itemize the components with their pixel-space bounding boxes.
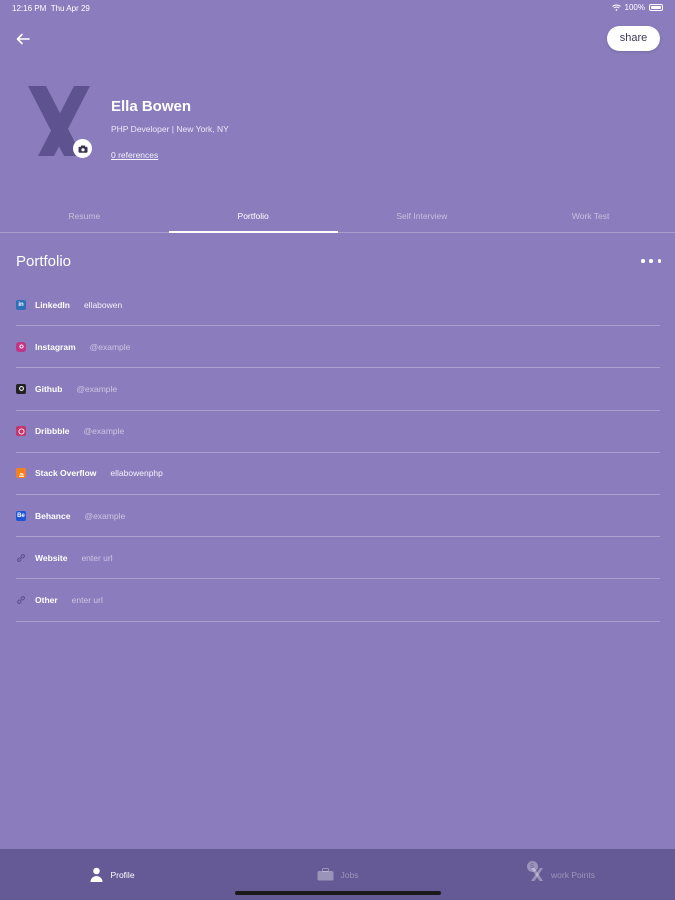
camera-icon [78, 145, 87, 153]
status-bar: 12:16 PM Thu Apr 29 100% [0, 0, 675, 16]
github-input[interactable]: @example [76, 384, 117, 394]
back-arrow-icon [16, 33, 30, 45]
linkedin-input[interactable]: ellabowen [84, 300, 122, 310]
profile-subtitle: PHP Developer | New York, NY [111, 124, 229, 134]
row-label: Instagram [35, 341, 76, 352]
portfolio-row-behance: Be Behance @example [16, 495, 660, 538]
portfolio-row-linkedin: in LinkedIn ellabowen [16, 284, 660, 327]
row-label: Dribbble [35, 426, 70, 437]
tab-portfolio[interactable]: Portfolio [168, 200, 338, 233]
website-input[interactable]: enter url [81, 553, 112, 563]
dot [657, 259, 661, 263]
linkedin-icon: in [16, 299, 26, 310]
stackoverflow-icon [16, 468, 26, 479]
change-photo-button[interactable] [73, 139, 92, 158]
stackoverflow-input[interactable]: ellabowenphp [110, 468, 162, 478]
share-button[interactable]: share [607, 26, 660, 51]
portfolio-row-stackoverflow: Stack Overflow ellabowenphp [16, 453, 660, 495]
nav-profile[interactable]: Profile [0, 849, 225, 900]
profile-tabs: Resume Portfolio Self Interview Work Tes… [0, 200, 675, 233]
behance-input[interactable]: @example [84, 511, 125, 521]
dribbble-input[interactable]: @example [83, 426, 124, 436]
row-label: Website [35, 552, 68, 563]
instagram-icon [16, 341, 26, 352]
briefcase-icon [317, 868, 334, 881]
dot [649, 259, 653, 263]
portfolio-row-dribbble: Dribbble @example [16, 411, 660, 453]
nav-work-points[interactable]: 5 work Points [450, 849, 675, 900]
row-label: Stack Overflow [35, 468, 97, 479]
behance-icon: Be [16, 510, 26, 521]
link-icon [16, 553, 26, 563]
status-indicators: 100% [611, 3, 663, 12]
battery-percent: 100% [624, 3, 645, 12]
status-date: Thu Apr 29 [50, 4, 90, 13]
nav-work-points-label: work Points [551, 869, 595, 880]
profile-name: Ella Bowen [111, 98, 192, 115]
row-label: Behance [35, 510, 71, 521]
link-icon [16, 595, 26, 605]
portfolio-row-github: Github @example [16, 368, 660, 411]
dribbble-icon [16, 426, 26, 437]
dot [641, 259, 645, 263]
github-icon [16, 383, 26, 394]
row-label: LinkedIn [35, 299, 70, 310]
status-time: 12:16 PM Thu Apr 29 [12, 4, 90, 13]
more-options-button[interactable] [641, 256, 661, 266]
battery-icon [649, 4, 663, 11]
back-button[interactable] [12, 28, 34, 50]
portfolio-list: in LinkedIn ellabowen Instagram @example… [16, 284, 660, 622]
nav-jobs-label: Jobs [340, 869, 359, 880]
tab-resume[interactable]: Resume [0, 200, 169, 232]
nav-profile-label: Profile [110, 869, 135, 880]
portfolio-row-other: Other enter url [16, 579, 660, 622]
row-label: Github [35, 383, 63, 394]
row-label: Other [35, 594, 58, 605]
portfolio-row-instagram: Instagram @example [16, 326, 660, 369]
home-indicator [235, 891, 441, 895]
person-icon [90, 867, 103, 882]
tab-self-interview[interactable]: Self Interview [338, 200, 507, 232]
other-input[interactable]: enter url [72, 595, 103, 605]
work-points-badge: 5 [526, 861, 538, 872]
tab-work-test[interactable]: Work Test [506, 200, 675, 232]
instagram-input[interactable]: @example [90, 342, 131, 352]
section-title: Portfolio [16, 253, 72, 270]
references-link[interactable]: 0 references [111, 150, 158, 160]
portfolio-row-website: Website enter url [16, 537, 660, 580]
wifi-icon [611, 4, 621, 11]
status-clock: 12:16 PM [12, 4, 47, 13]
